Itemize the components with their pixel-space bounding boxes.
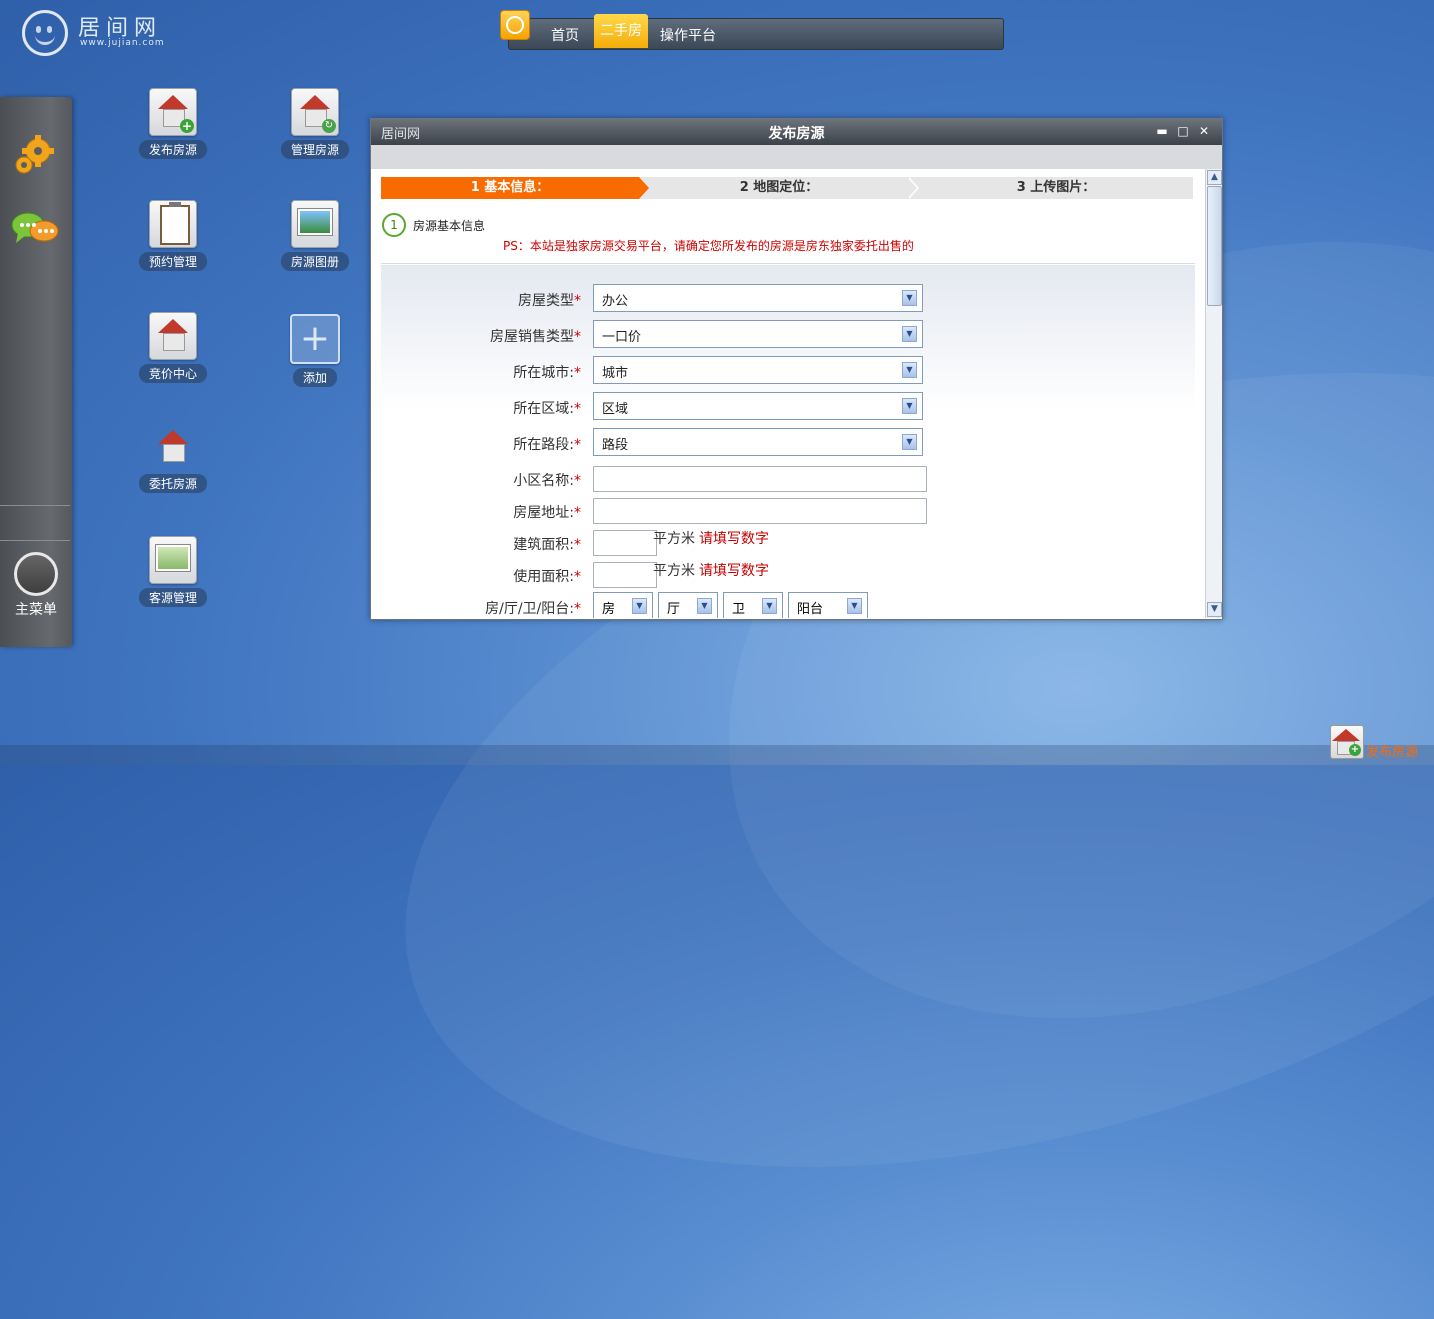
window-toolbar: [371, 145, 1222, 169]
window-title: 发布房源: [768, 126, 825, 142]
road-select[interactable]: 路段 ▼: [593, 428, 923, 456]
map-coins-icon: [149, 536, 197, 584]
taskbar: [0, 745, 1434, 765]
field-layout: 房/厅/卫/阳台:* 房 ▼ 厅 ▼ 卫 ▼ 阳台 ▼: [371, 592, 1205, 618]
build-area-unit: 平方米: [653, 531, 695, 547]
section-number-badge: 1: [382, 213, 406, 237]
use-area-hint: 请填写数字: [699, 563, 769, 579]
room-select[interactable]: 房 ▼: [593, 592, 653, 618]
house-hand-icon: [150, 424, 196, 470]
use-area-unit: 平方米: [653, 563, 695, 579]
chevron-down-icon: ▼: [902, 326, 917, 342]
field-build-area: 建筑面积:* 平方米 请填写数字: [371, 528, 1205, 556]
desktop-icon-clients[interactable]: 客源管理: [133, 536, 213, 607]
desktop-icon-appointments[interactable]: 预约管理: [133, 200, 213, 271]
district-select[interactable]: 区域 ▼: [593, 392, 923, 420]
window-titlebar[interactable]: 发布房源 居间网 ▬ □ ✕: [371, 119, 1222, 145]
house-type-select[interactable]: 办公 ▼: [593, 284, 923, 312]
nav-logo-icon[interactable]: [500, 10, 530, 40]
field-community: 小区名称:*: [371, 464, 1205, 492]
logo-url: www.jujian.com: [80, 38, 165, 48]
build-area-hint: 请填写数字: [699, 531, 769, 547]
window-brand: 居间网: [381, 127, 421, 142]
desktop-icon-publish[interactable]: + 发布房源: [133, 88, 213, 159]
chevron-down-icon: ▼: [902, 398, 917, 414]
house-add-icon: +: [1330, 725, 1364, 759]
city-select[interactable]: 城市 ▼: [593, 356, 923, 384]
field-district: 所在区域:* 区域 ▼: [371, 392, 1205, 420]
address-input[interactable]: [593, 498, 927, 524]
chevron-down-icon: ▼: [847, 598, 862, 614]
field-road: 所在路段:* 路段 ▼: [371, 428, 1205, 456]
field-sale-type: 房屋销售类型* 一口价 ▼: [371, 320, 1205, 348]
exclusive-notice: PS：本站是独家房源交易平台，请确定您所发布的房源是房东独家委托出售的: [503, 239, 914, 253]
step-indicator: 1 基本信息： 2 地图定位： 3 上传图片：: [381, 177, 1193, 199]
field-use-area: 使用面积:* 平方米 请填写数字: [371, 560, 1205, 588]
step-map-location[interactable]: 2 地图定位：: [649, 177, 909, 199]
logo-face-icon: [22, 10, 68, 56]
publish-listing-window: 发布房源 居间网 ▬ □ ✕ 1 基本信息： 2 地图定位： 3 上传图片： 1…: [370, 118, 1223, 620]
field-house-type: 房屋类型* 办公 ▼: [371, 284, 1205, 312]
window-scrollbar[interactable]: ▲ ▼: [1205, 169, 1222, 618]
house-gavel-icon: [149, 312, 197, 360]
main-menu-label[interactable]: 主菜单: [0, 599, 72, 619]
top-navigation: 首页 二手房 操作平台: [508, 14, 1004, 50]
house-add-icon: +: [149, 88, 197, 136]
chevron-down-icon: ▼: [902, 290, 917, 306]
chevron-down-icon: ▼: [697, 598, 712, 614]
chevron-down-icon: ▼: [762, 598, 777, 614]
photo-album-icon: [291, 200, 339, 248]
nav-tab-second-hand[interactable]: 二手房: [594, 14, 648, 48]
minimize-icon[interactable]: ▬: [1155, 124, 1169, 138]
desktop-icon-manage[interactable]: ↻ 管理房源: [275, 88, 355, 159]
balcony-select[interactable]: 阳台 ▼: [788, 592, 868, 618]
use-area-input[interactable]: [593, 562, 657, 588]
taskbar-item-label: 发布房源: [1366, 745, 1419, 760]
build-area-input[interactable]: [593, 530, 657, 556]
desktop-icon-entrusted[interactable]: 委托房源: [133, 424, 213, 493]
nav-tab-home[interactable]: 首页: [551, 25, 579, 45]
desktop-icon-bidding[interactable]: 竞价中心: [133, 312, 213, 383]
gear-icon[interactable]: [12, 133, 56, 177]
main-menu-icon[interactable]: [14, 552, 58, 596]
step-upload-photos[interactable]: 3 上传图片：: [919, 177, 1193, 199]
nav-tab-platform[interactable]: 操作平台: [660, 25, 716, 45]
site-logo[interactable]: 居间网 www.jujian.com: [22, 10, 222, 56]
chevron-down-icon: ▼: [902, 362, 917, 378]
sale-type-select[interactable]: 一口价 ▼: [593, 320, 923, 348]
scroll-thumb[interactable]: [1207, 186, 1222, 306]
left-dock: 主菜单: [0, 97, 72, 647]
bath-select[interactable]: 卫 ▼: [723, 592, 783, 618]
hall-select[interactable]: 厅 ▼: [658, 592, 718, 618]
chevron-down-icon: ▼: [632, 598, 647, 614]
desktop-icon-album[interactable]: 房源图册: [275, 200, 355, 271]
desktop-icon-add[interactable]: + 添加: [275, 314, 355, 387]
field-city: 所在城市:* 城市 ▼: [371, 356, 1205, 384]
window-content: 1 基本信息： 2 地图定位： 3 上传图片： 1 房源基本信息 PS：本站是独…: [371, 169, 1205, 618]
chevron-down-icon: ▼: [902, 434, 917, 450]
clipboard-icon: [149, 200, 197, 248]
plus-icon: +: [290, 314, 340, 364]
field-address: 房屋地址:*: [371, 496, 1205, 524]
chat-icon[interactable]: [10, 209, 60, 249]
scroll-up-icon[interactable]: ▲: [1207, 170, 1222, 185]
community-input[interactable]: [593, 466, 927, 492]
taskbar-item-publish[interactable]: + 发布房源: [1328, 723, 1434, 763]
scroll-down-icon[interactable]: ▼: [1207, 602, 1222, 617]
maximize-icon[interactable]: □: [1176, 124, 1190, 138]
section-title: 房源基本信息: [413, 219, 486, 233]
close-icon[interactable]: ✕: [1197, 124, 1211, 138]
step-basic-info[interactable]: 1 基本信息：: [381, 177, 639, 199]
house-refresh-icon: ↻: [291, 88, 339, 136]
